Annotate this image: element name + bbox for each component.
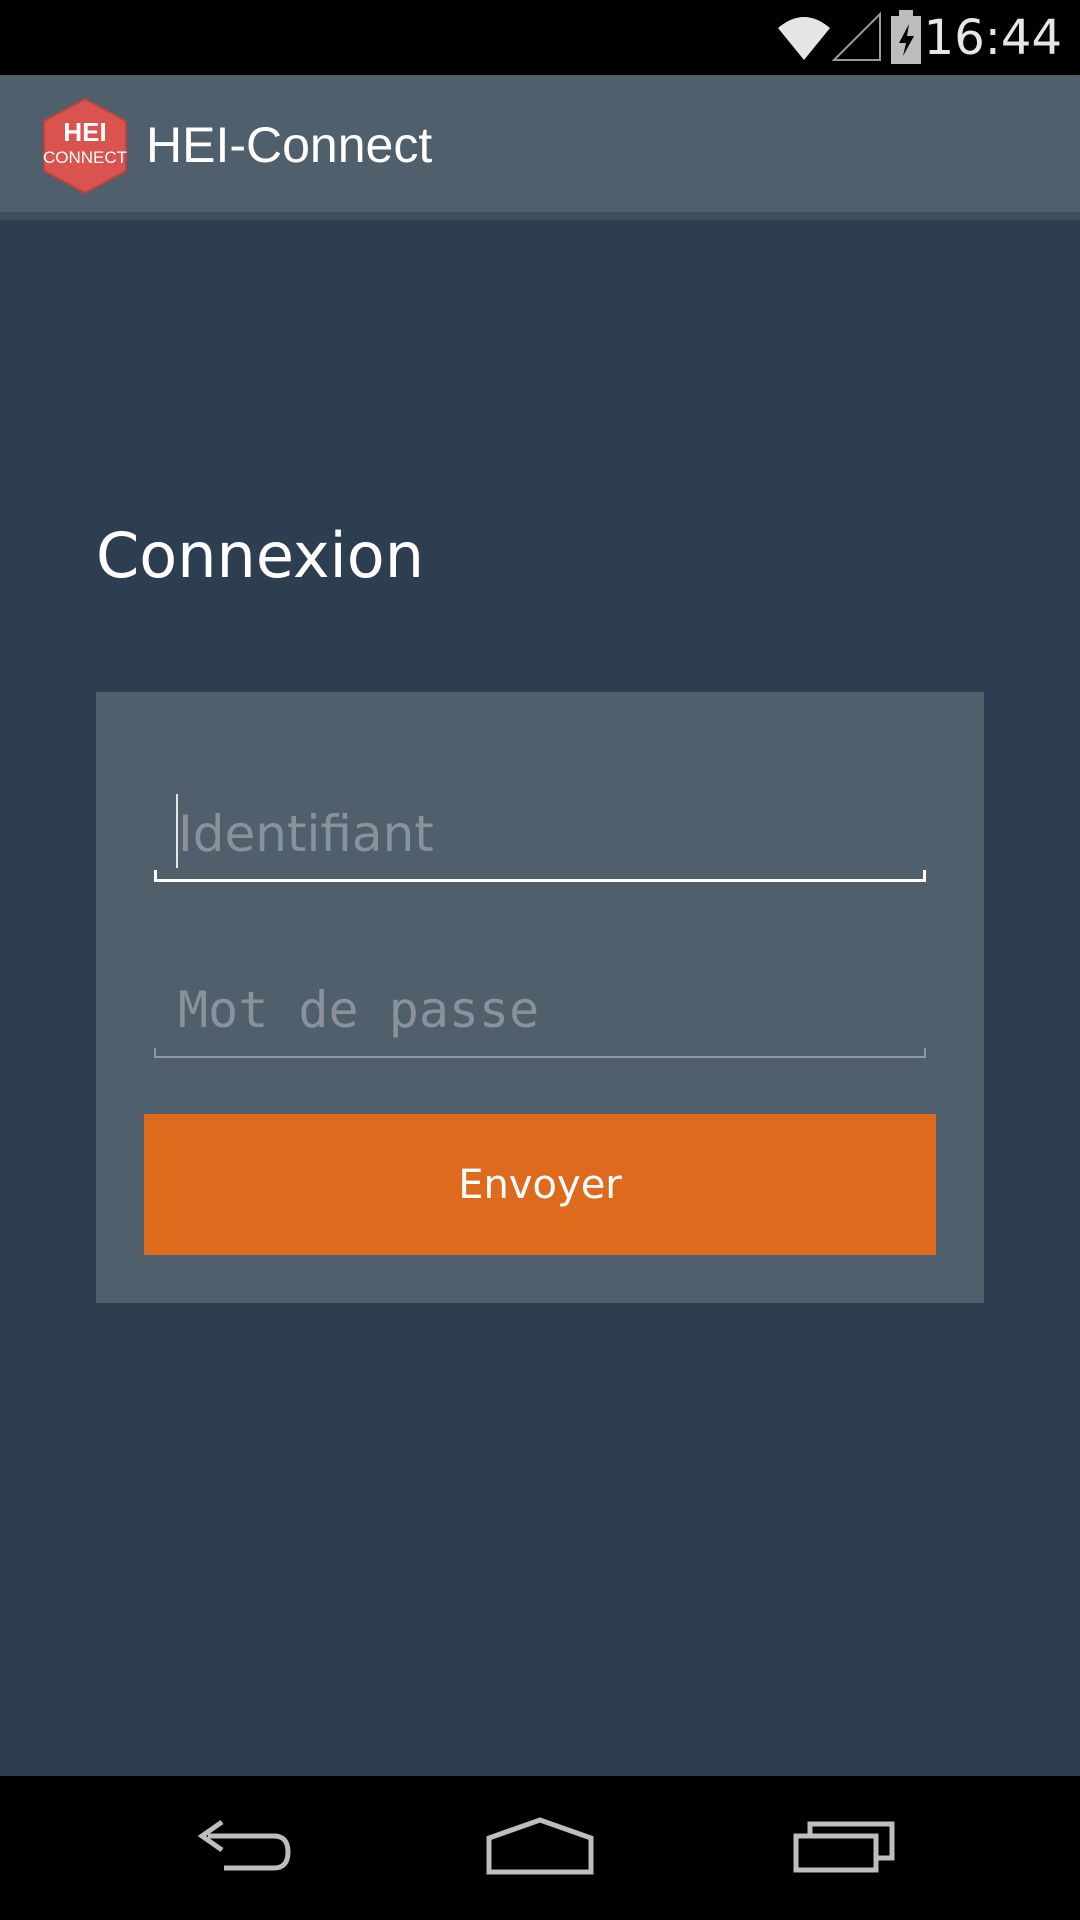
home-button[interactable] bbox=[480, 1806, 600, 1890]
status-bar: 16:44 bbox=[0, 0, 1080, 75]
action-bar: HEI CONNECT HEI-Connect bbox=[0, 75, 1080, 212]
app-title: HEI-Connect bbox=[146, 117, 433, 173]
username-field[interactable]: Identifiant bbox=[154, 792, 926, 882]
username-placeholder: Identifiant bbox=[178, 805, 434, 863]
navigation-bar bbox=[0, 1776, 1080, 1920]
text-cursor bbox=[176, 794, 178, 868]
home-icon bbox=[485, 1816, 595, 1881]
username-underline-tick-right bbox=[923, 870, 926, 882]
wifi-icon bbox=[776, 10, 832, 67]
username-underline-tick-left bbox=[154, 870, 157, 882]
password-field[interactable]: Mot de passe bbox=[154, 968, 926, 1058]
password-placeholder: Mot de passe bbox=[178, 981, 540, 1039]
screen: 16:44 HEI CONNECT HEI-Connect Connexion … bbox=[0, 0, 1080, 1920]
logo-line2: CONNECT bbox=[43, 148, 127, 167]
login-card: Identifiant Mot de passe Envoyer bbox=[96, 692, 984, 1303]
login-heading: Connexion bbox=[96, 519, 425, 592]
password-underline-tick-right bbox=[924, 1048, 926, 1058]
username-underline bbox=[154, 879, 926, 882]
cell-signal-icon bbox=[831, 10, 882, 67]
action-bar-divider bbox=[0, 212, 1080, 220]
back-button[interactable] bbox=[180, 1806, 300, 1890]
logo-line1: HEI bbox=[63, 117, 106, 147]
battery-charging-icon bbox=[888, 10, 924, 71]
password-underline bbox=[154, 1056, 926, 1058]
recents-button[interactable] bbox=[784, 1806, 904, 1890]
submit-button[interactable]: Envoyer bbox=[144, 1114, 936, 1255]
password-underline-tick-left bbox=[154, 1048, 156, 1058]
recents-icon bbox=[792, 1816, 896, 1881]
back-icon bbox=[188, 1816, 292, 1881]
app-logo: HEI CONNECT bbox=[40, 97, 130, 195]
status-time: 16:44 bbox=[923, 10, 1062, 66]
